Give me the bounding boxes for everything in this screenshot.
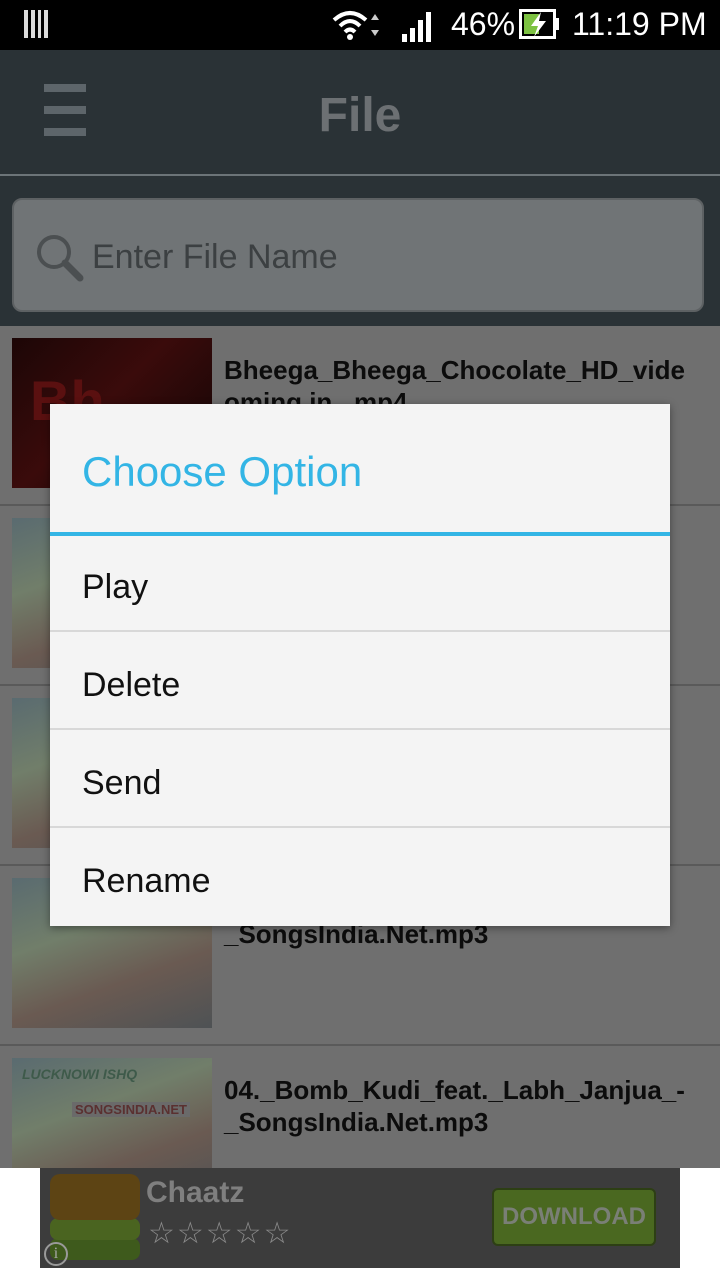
download-button[interactable]: DOWNLOAD	[492, 1188, 656, 1246]
dialog-title: Choose Option	[82, 448, 363, 495]
option-label: Rename	[82, 862, 211, 900]
option-play[interactable]: Play	[50, 536, 670, 632]
battery-charging-icon	[519, 9, 559, 39]
poster-site-text: SONGSINDIA.NET	[72, 1102, 190, 1117]
search-box[interactable]	[12, 198, 704, 312]
ad-banner[interactable]: Chaatz ☆☆☆☆☆ DOWNLOAD i	[40, 1168, 680, 1268]
choose-option-dialog: Choose Option Play Delete Send Rename	[50, 404, 670, 926]
star-rating: ☆☆☆☆☆	[148, 1217, 293, 1250]
option-rename[interactable]: Rename	[50, 830, 670, 926]
option-label: Send	[82, 764, 162, 802]
status-bar: 46% 11:19 PM	[0, 0, 720, 50]
option-label: Play	[82, 568, 149, 606]
album-art-thumbnail: LUCKNOWI ISHQ SONGSINDIA.NET	[12, 1058, 212, 1168]
option-label: Delete	[82, 666, 181, 704]
option-send[interactable]: Send	[50, 732, 670, 828]
clock: 11:19 PM	[572, 6, 707, 42]
wifi-icon	[332, 11, 379, 40]
search-icon	[37, 235, 84, 282]
ad-app-name: Chaatz	[146, 1176, 245, 1209]
search-input[interactable]	[92, 230, 652, 284]
battery-percent: 46%	[451, 6, 516, 42]
page-title: File	[318, 89, 402, 142]
signal-icon	[402, 12, 431, 42]
poster-brand-text: LUCKNOWI ISHQ	[22, 1066, 138, 1082]
search-area	[0, 176, 720, 326]
list-item[interactable]: LUCKNOWI ISHQ SONGSINDIA.NET 04._Bomb_Ku…	[0, 1046, 720, 1168]
notification-icon	[24, 10, 48, 38]
file-title: 04._Bomb_Kudi_feat._Labh_Janjua_- _Songs…	[224, 1075, 685, 1137]
option-delete[interactable]: Delete	[50, 634, 670, 730]
app-bar: File	[0, 50, 720, 176]
info-icon[interactable]: i	[44, 1242, 68, 1266]
